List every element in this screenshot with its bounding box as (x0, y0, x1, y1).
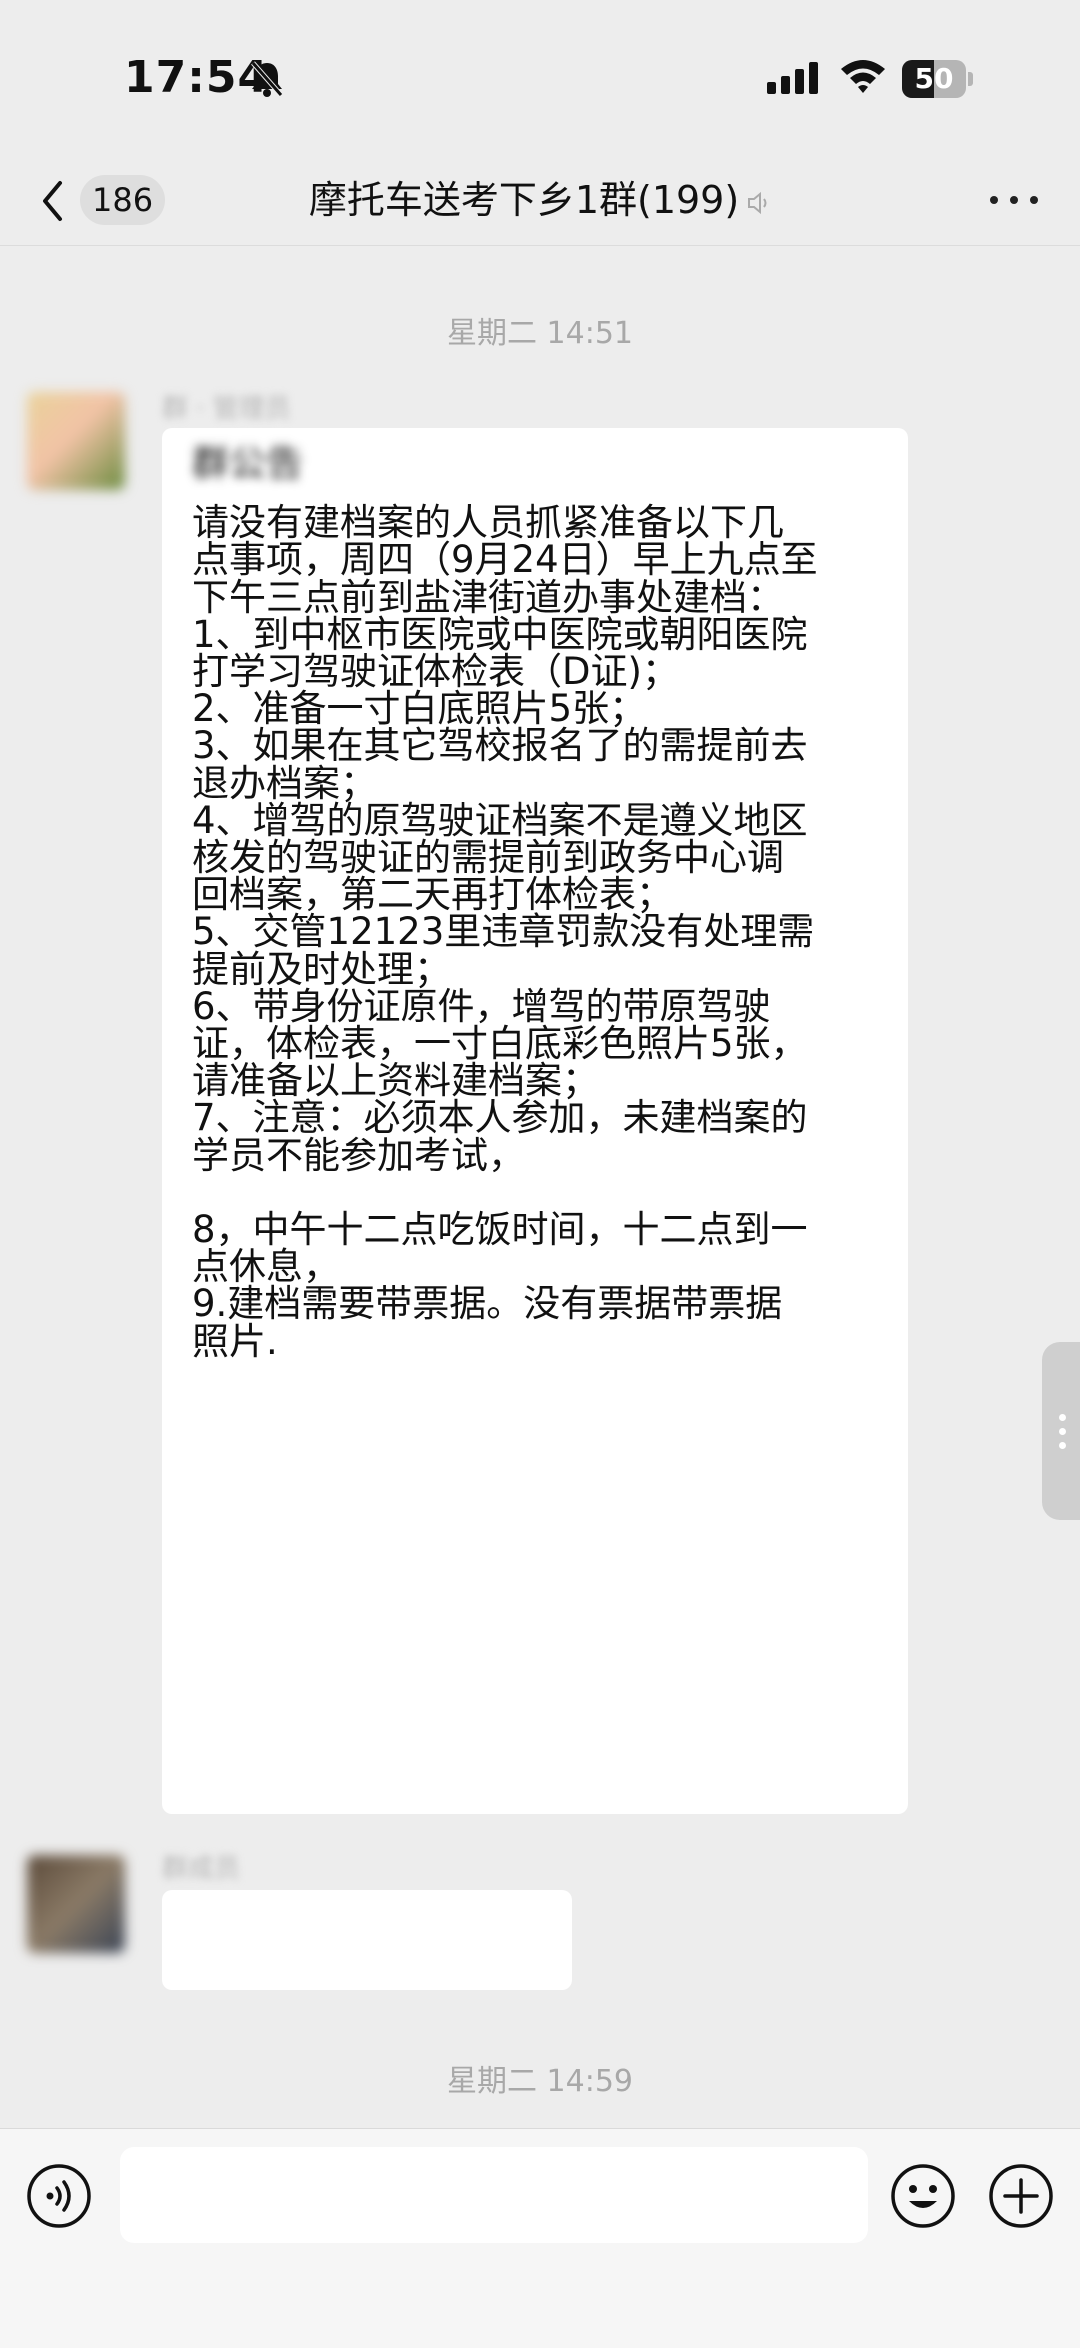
message-line: 照片. (192, 1319, 278, 1363)
battery-icon: 50 (902, 60, 974, 98)
plus-icon[interactable] (988, 2163, 1054, 2229)
announcement-bubble[interactable]: 群公告 请没有建档案的人员抓紧准备以下几 点事项，周四（9月24日）早上九点至 下午三… (162, 428, 908, 1814)
chevron-left-icon (40, 180, 64, 226)
chat-header: 186 摩托车送考下乡1群(199) (0, 150, 1080, 246)
sender-name: 群成员 (162, 1854, 241, 1884)
chat-title-text: 摩托车送考下乡1群(199) (308, 178, 740, 222)
wifi-icon (838, 56, 888, 100)
sender-name: 群 · 管理员 (162, 394, 291, 424)
more-icon[interactable] (980, 178, 1050, 222)
message-line: 学员不能参加考试， (192, 1133, 525, 1177)
side-panel-handle[interactable] (1042, 1342, 1080, 1520)
status-bar: 17:54 50 (0, 0, 1080, 150)
signal-icon (765, 60, 823, 100)
message-line: 群公告 (192, 442, 303, 485)
input-bar (0, 2128, 1080, 2348)
message-line: 9.建档需要带票据。没有票据带票据 (192, 1282, 783, 1326)
battery-level: 50 (914, 62, 954, 95)
timestamp: 星期二 14:59 (447, 2064, 633, 2099)
unread-count-badge: 186 (80, 175, 166, 225)
chat-title: 摩托车送考下乡1群(199) (200, 170, 880, 233)
status-time: 17:54 (124, 52, 270, 103)
emoji-icon[interactable] (890, 2163, 956, 2229)
message-input[interactable] (120, 2147, 868, 2243)
message-bubble[interactable] (162, 1890, 572, 1990)
bell-muted-icon (250, 60, 284, 102)
timestamp: 星期二 14:51 (447, 316, 633, 351)
voice-icon[interactable] (26, 2163, 92, 2229)
avatar[interactable] (27, 392, 125, 490)
avatar[interactable] (27, 1855, 125, 1953)
back-button[interactable]: 186 (30, 170, 180, 230)
muted-icon (745, 173, 771, 233)
